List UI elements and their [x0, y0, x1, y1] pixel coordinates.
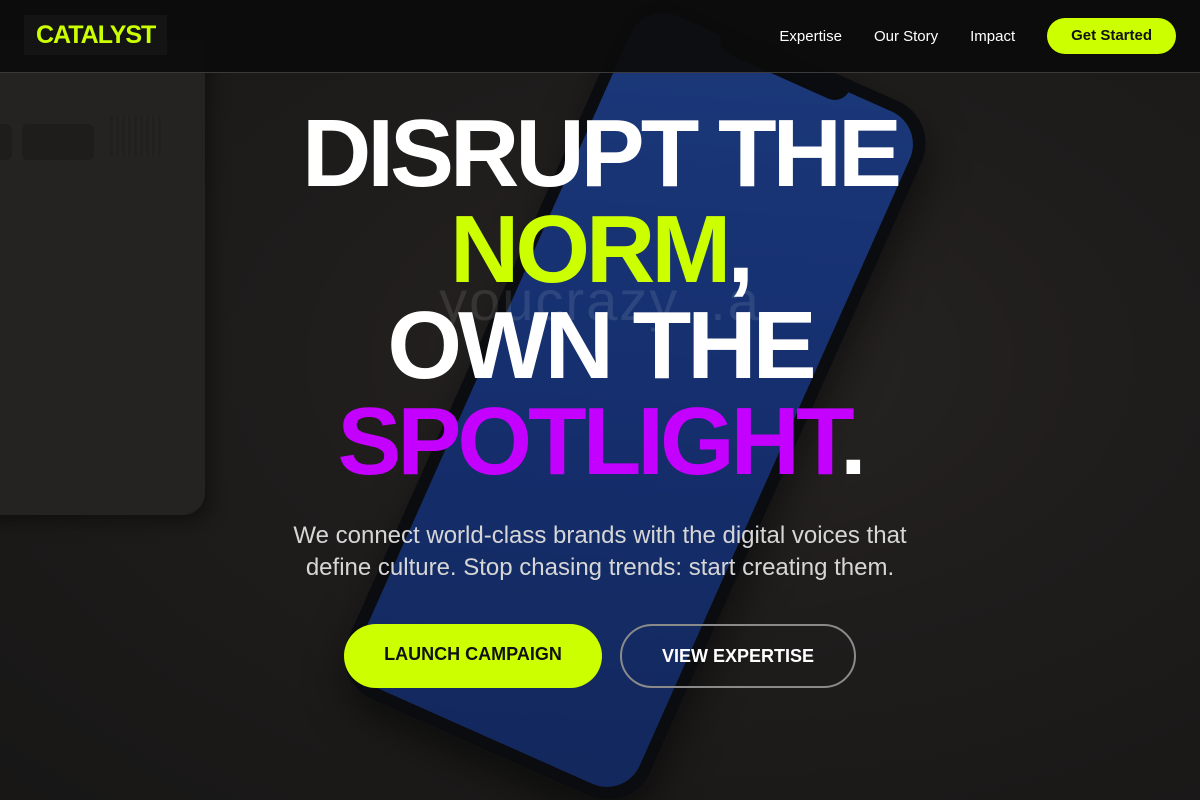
nav-link-impact[interactable]: Impact: [970, 28, 1015, 45]
headline-line-3: OWN THE: [0, 298, 1200, 394]
headline-accent-norm: NORM: [450, 196, 731, 303]
view-expertise-button[interactable]: VIEW EXPERTISE: [620, 624, 856, 688]
nav-link-our-story[interactable]: Our Story: [874, 28, 938, 45]
site-header: CATALYST Expertise Our Story Impact Get …: [0, 0, 1200, 73]
hero-cta-group: LAUNCH CAMPAIGN VIEW EXPERTISE: [0, 624, 1200, 688]
headline-text: DISRUPT THE: [301, 100, 902, 207]
headline-line-4: SPOTLIGHT.: [0, 394, 1200, 490]
nav-link-expertise[interactable]: Expertise: [779, 28, 842, 45]
headline-punctuation: ,: [727, 196, 754, 303]
hero-headline: DISRUPT THE NORM, OWN THE SPOTLIGHT.: [0, 106, 1200, 490]
hero-subtitle: We connect world-class brands with the d…: [293, 522, 907, 581]
headline-line-1: DISRUPT THE: [0, 106, 1200, 202]
get-started-button[interactable]: Get Started: [1047, 18, 1176, 54]
headline-line-2: NORM,: [0, 202, 1200, 298]
hero-section: DISRUPT THE NORM, OWN THE SPOTLIGHT. We …: [0, 106, 1200, 688]
headline-text: OWN THE: [387, 292, 816, 399]
headline-accent-spotlight: SPOTLIGHT: [337, 388, 844, 495]
brand-logo[interactable]: CATALYST: [24, 15, 168, 55]
launch-campaign-button[interactable]: LAUNCH CAMPAIGN: [344, 624, 602, 688]
headline-punctuation: .: [840, 388, 867, 495]
main-nav: Expertise Our Story Impact Get Started: [779, 18, 1176, 54]
